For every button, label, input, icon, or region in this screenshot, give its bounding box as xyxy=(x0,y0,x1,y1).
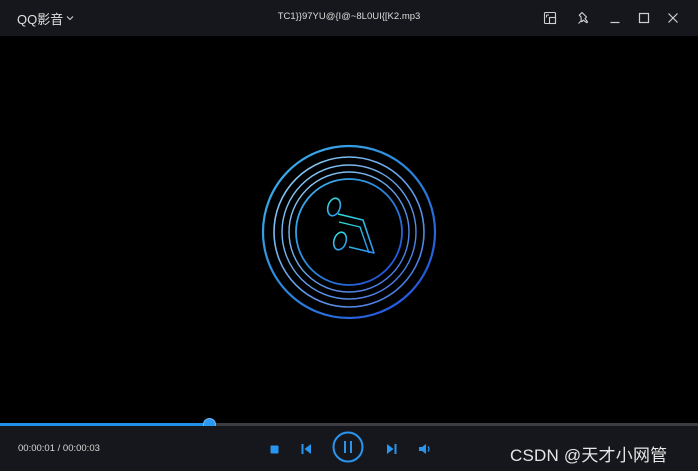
screenshot-icon xyxy=(543,11,557,25)
maximize-button[interactable] xyxy=(635,9,653,27)
close-button[interactable] xyxy=(664,9,682,27)
previous-icon xyxy=(301,444,311,454)
time-separator: / xyxy=(54,443,63,454)
file-title: TC1}}97YU@{I@~8L0UI{[K2.mp3 xyxy=(277,11,421,22)
pause-icon xyxy=(332,431,364,463)
total-time: 00:00:03 xyxy=(62,443,100,454)
previous-button[interactable] xyxy=(297,441,315,457)
next-button[interactable] xyxy=(383,441,401,457)
screenshot-button[interactable] xyxy=(541,9,559,27)
maximize-icon xyxy=(638,12,650,24)
stop-icon xyxy=(270,445,278,453)
next-icon xyxy=(387,444,397,454)
title-bar[interactable]: QQ影音 TC1}}97YU@{I@~8L0UI{[K2.mp3 xyxy=(0,0,698,36)
close-icon xyxy=(668,13,678,23)
pause-button[interactable] xyxy=(331,430,365,464)
current-time: 00:00:01 xyxy=(18,443,55,454)
minimize-icon xyxy=(610,21,620,24)
pin-icon xyxy=(578,11,589,24)
music-disc-icon xyxy=(261,144,437,320)
minimize-button[interactable] xyxy=(606,9,624,27)
watermark: CSDN @天才小网管 xyxy=(510,446,668,465)
time-display: 00:00:01 / 00:00:03 xyxy=(18,443,100,454)
stop-button[interactable] xyxy=(266,441,282,457)
pin-button[interactable] xyxy=(575,9,593,27)
volume-icon xyxy=(419,444,430,454)
volume-button[interactable] xyxy=(416,441,434,457)
player-window: QQ影音 TC1}}97YU@{I@~8L0UI{[K2.mp3 00:00:0… xyxy=(0,0,698,471)
